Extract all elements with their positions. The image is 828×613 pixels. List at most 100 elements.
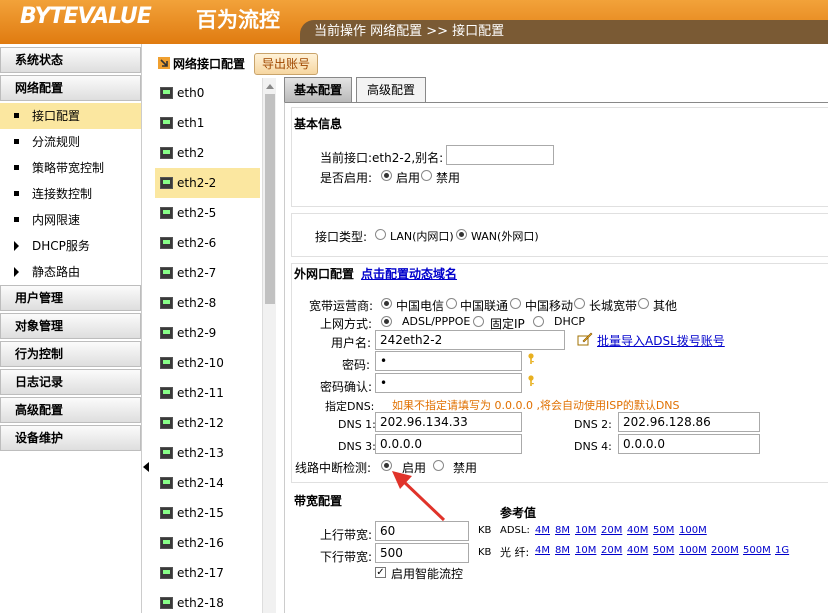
interface-item-eth2-11[interactable]: eth2-11 [155,378,260,408]
password-input[interactable]: • [375,351,522,371]
smart-flow-checkbox[interactable]: ✓ [375,567,386,578]
dns4-input[interactable]: 0.0.0.0 [618,434,760,454]
batch-import-adsl-link[interactable]: 批量导入ADSL拨号账号 [597,332,725,349]
isp-radio-greatwall[interactable] [574,298,585,309]
nav-item-policy-bandwidth[interactable]: 策略带宽控制 [0,155,141,181]
bw-ref-link-fiber-4M[interactable]: 4M [535,545,550,556]
scroll-thumb[interactable] [265,94,275,304]
interface-item-eth2-15[interactable]: eth2-15 [155,498,260,528]
bw-ref-link-fiber-40M[interactable]: 40M [627,545,648,556]
dns1-input[interactable]: 202.96.134.33 [375,412,522,432]
dns2-input[interactable]: 202.96.128.86 [618,412,760,432]
collapse-arrow-icon[interactable] [143,462,149,472]
nav-item-label: 接口配置 [32,109,81,123]
bw-ref-link-fiber-1G[interactable]: 1G [775,545,789,556]
method-radio-static[interactable] [473,316,484,327]
disable-radio[interactable] [421,170,432,181]
bw-ref-link-adsl-50M[interactable]: 50M [653,525,674,536]
nav-item-lan-speed-limit[interactable]: 内网限速 [0,207,141,233]
interface-item-eth2-12[interactable]: eth2-12 [155,408,260,438]
upstream-input[interactable]: 60 [375,521,469,541]
enable-label: 是否启用: [320,171,373,185]
scroll-up-icon[interactable] [266,84,274,89]
wan-radio[interactable] [456,229,467,240]
interface-list-scrollbar[interactable] [262,78,276,613]
tab-advanced-config[interactable]: 高级配置 [356,77,426,103]
dns3-input[interactable]: 0.0.0.0 [375,434,522,454]
interface-item-eth2-17[interactable]: eth2-17 [155,558,260,588]
wan-option-label: WAN(外网口) [471,230,539,243]
isp-radio-telecom[interactable] [381,298,392,309]
interface-item-eth2-14[interactable]: eth2-14 [155,468,260,498]
fiber-ref-label: 光 纤: [500,546,530,559]
interface-item-eth2-18[interactable]: eth2-18 [155,588,260,613]
export-account-button[interactable]: 导出账号 [254,53,318,75]
interface-item-eth2-7[interactable]: eth2-7 [155,258,260,288]
bw-ref-link-fiber-10M[interactable]: 10M [575,545,596,556]
nav-group-device-maintenance[interactable]: 设备维护 [0,425,141,451]
interface-item-label: eth2-17 [177,566,224,580]
interface-item-label: eth2-16 [177,536,224,550]
lan-radio[interactable] [375,229,386,240]
isp-radio-other[interactable] [638,298,649,309]
dns-label: 指定DNS: [325,400,375,413]
bw-ref-link-adsl-8M[interactable]: 8M [555,525,570,536]
bw-ref-link-fiber-8M[interactable]: 8M [555,545,570,556]
interface-item-eth2[interactable]: eth2 [155,138,260,168]
interface-item-eth2-10[interactable]: eth2-10 [155,348,260,378]
interface-item-eth2-6[interactable]: eth2-6 [155,228,260,258]
method-radio-pppoe[interactable] [381,316,392,327]
interface-item-eth0[interactable]: eth0 [155,78,260,108]
method-radio-dhcp[interactable] [533,316,544,327]
interface-item-eth2-8[interactable]: eth2-8 [155,288,260,318]
isp-radio-unicom[interactable] [446,298,457,309]
bw-ref-link-fiber-50M[interactable]: 50M [653,545,674,556]
password-confirm-input[interactable]: • [375,373,522,393]
interface-item-eth2-2[interactable]: eth2-2 [155,168,260,198]
nav-group-advanced-config[interactable]: 高级配置 [0,397,141,423]
bw-ref-link-adsl-4M[interactable]: 4M [535,525,550,536]
bw-ref-link-fiber-20M[interactable]: 20M [601,545,622,556]
line-detect-enable-radio[interactable] [381,460,392,471]
nav-item-label: 静态路由 [32,265,81,279]
nav-group-behavior-control[interactable]: 行为控制 [0,341,141,367]
username-input[interactable]: 242eth2-2 [375,330,565,350]
alias-input[interactable] [446,145,554,165]
nav-item-connection-limit[interactable]: 连接数控制 [0,181,141,207]
interface-item-eth2-13[interactable]: eth2-13 [155,438,260,468]
left-nav: 系统状态 网络配置 接口配置 分流规则 策略带宽控制 连接数控制 内网限速 DH… [0,44,150,613]
bw-ref-link-adsl-10M[interactable]: 10M [575,525,596,536]
nav-group-network-config[interactable]: 网络配置 [0,75,141,101]
enable-radio[interactable] [381,170,392,181]
nav-item-dhcp-service[interactable]: DHCP服务 [0,233,141,259]
nav-item-interface-config[interactable]: 接口配置 [0,103,141,129]
nav-item-split-rules[interactable]: 分流规则 [0,129,141,155]
nav-item-static-route[interactable]: 静态路由 [0,259,141,285]
interface-item-eth2-5[interactable]: eth2-5 [155,198,260,228]
bw-ref-link-fiber-500M[interactable]: 500M [743,545,771,556]
bw-ref-link-adsl-100M[interactable]: 100M [679,525,707,536]
dynamic-dns-link[interactable]: 点击配置动态域名 [361,265,457,282]
nav-splitter[interactable] [141,44,150,613]
line-detect-disable-radio[interactable] [433,460,444,471]
nav-group-user-management[interactable]: 用户管理 [0,285,141,311]
nav-item-label: 连接数控制 [32,187,93,201]
interface-item-eth1[interactable]: eth1 [155,108,260,138]
bw-ref-link-fiber-100M[interactable]: 100M [679,545,707,556]
arrow-down-right-icon [158,57,170,69]
interface-item-eth2-16[interactable]: eth2-16 [155,528,260,558]
dns3-label: DNS 3: [338,440,376,453]
tab-basic-config[interactable]: 基本配置 [284,77,352,103]
network-port-icon [160,207,173,219]
bw-ref-link-fiber-200M[interactable]: 200M [711,545,739,556]
interface-item-label: eth2-13 [177,446,224,460]
bw-ref-link-adsl-20M[interactable]: 20M [601,525,622,536]
isp-radio-mobile[interactable] [510,298,521,309]
nav-group-log-record[interactable]: 日志记录 [0,369,141,395]
nav-group-system-status[interactable]: 系统状态 [0,47,141,73]
bw-ref-link-adsl-40M[interactable]: 40M [627,525,648,536]
edit-pencil-icon[interactable] [577,332,593,346]
nav-group-object-management[interactable]: 对象管理 [0,313,141,339]
interface-item-eth2-9[interactable]: eth2-9 [155,318,260,348]
downstream-input[interactable]: 500 [375,543,469,563]
